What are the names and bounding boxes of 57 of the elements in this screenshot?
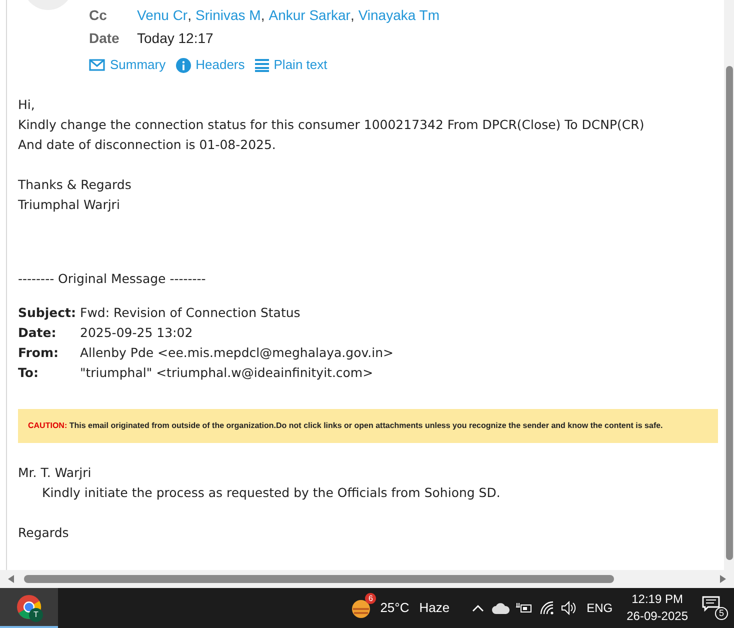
recipient-link[interactable]: Ankur Sarkar <box>268 5 350 26</box>
weather-condition: Haze <box>419 599 450 618</box>
body-line: Thanks & Regards <box>18 176 132 194</box>
battery-icon[interactable] <box>516 602 532 614</box>
date-value: Today 12:17 <box>137 29 214 48</box>
header-value: "triumphal" <triumphal.w@ideainfinityit.com> <box>80 364 374 382</box>
header-value: Allenby Pde <ee.mis.mepdcl@meghalaya.gov.in> <box>80 344 394 362</box>
view-link[interactable]: Summary <box>89 55 166 75</box>
chrome-taskbar-button[interactable]: T <box>0 588 58 628</box>
clock[interactable]: 12:19 PM 26-09-2025 <box>626 591 688 625</box>
field-label: Cc <box>89 6 108 25</box>
scroll-thumb[interactable] <box>24 575 614 583</box>
header-label: To: <box>18 364 40 382</box>
profile-badge: T <box>29 608 43 622</box>
notifications-icon[interactable] <box>702 596 720 612</box>
quoted-line: Mr. T. Warjri <box>18 464 92 482</box>
temperature: 25°C <box>380 599 410 618</box>
body-line: Hi, <box>18 96 35 114</box>
field-label: Date <box>89 29 120 48</box>
comma: , <box>188 6 192 25</box>
weather-badge: 6 <box>365 593 376 604</box>
weather-icon[interactable] <box>350 597 372 619</box>
wifi-icon[interactable] <box>540 601 555 615</box>
scroll-thumb[interactable] <box>726 66 733 560</box>
caution-text: CAUTION: This email originated from outside of the organization.Do not click links or open attachments unless you recognize the sender and know the content is safe. <box>28 420 663 432</box>
language-indicator[interactable]: ENG <box>586 599 613 617</box>
speaker-icon[interactable] <box>560 601 577 615</box>
notification-count: 5 <box>715 607 728 620</box>
header-label: From: <box>18 344 60 362</box>
horizontal-scrollbar[interactable] <box>0 570 734 588</box>
clock-date: 26-09-2025 <box>626 608 688 625</box>
body-line: Kindly change the connection status for this consumer 1000217342 From DPCR(Close) To DCNP(CR) <box>18 116 644 134</box>
info-icon <box>176 58 191 72</box>
scroll-left-icon[interactable] <box>8 575 14 583</box>
recipient-link[interactable]: Vinayaka Tm <box>358 5 440 26</box>
body-line: Triumphal Warjri <box>18 196 120 214</box>
envelope-icon <box>89 59 105 71</box>
view-link[interactable]: Plain text <box>254 55 328 75</box>
header-label: Date: <box>18 324 58 342</box>
separator-text: -------- Original Message -------- <box>18 270 207 288</box>
header-value: Fwd: Revision of Connection Status <box>80 304 300 322</box>
vertical-scrollbar[interactable] <box>724 0 734 570</box>
quoted-line: Regards <box>18 524 69 542</box>
body-line: And date of disconnection is 01-08-2025. <box>18 136 276 154</box>
clock-time: 12:19 PM <box>632 591 683 608</box>
cloud-icon[interactable] <box>492 602 510 614</box>
comma: , <box>260 6 265 25</box>
recipient-link[interactable]: Venu Cr <box>137 5 188 26</box>
quoted-line: Kindly initiate the process as requested by the Officials from Sohiong SD. <box>42 484 500 502</box>
chevron-up-icon[interactable] <box>472 604 484 612</box>
view-link[interactable]: Headers <box>176 55 245 75</box>
comma: , <box>350 6 354 25</box>
scroll-right-icon[interactable] <box>720 575 726 583</box>
lines-icon <box>254 58 269 72</box>
recipient-link[interactable]: Srinivas M <box>195 5 261 26</box>
header-label: Subject: <box>18 304 77 322</box>
header-value: 2025-09-25 13:02 <box>80 324 193 342</box>
